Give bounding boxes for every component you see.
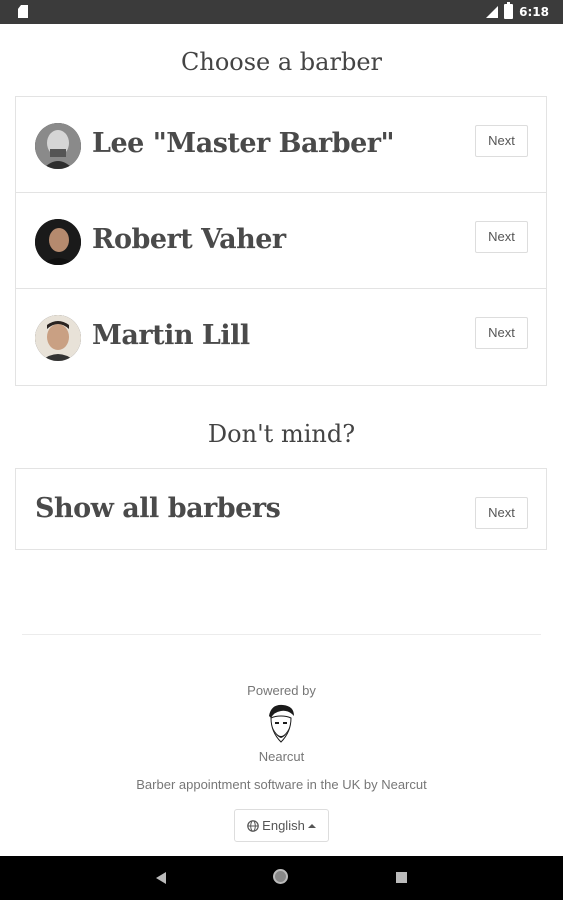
show-all-next-button[interactable]: Next	[475, 497, 528, 529]
barber-name: Lee "Master Barber"	[92, 128, 395, 159]
status-time: 6:18	[519, 4, 549, 19]
battery-icon	[504, 2, 514, 19]
powered-by-label: Powered by	[247, 683, 316, 698]
footer-divider	[22, 634, 541, 635]
home-icon[interactable]	[273, 869, 288, 884]
tagline-link[interactable]: Barber appointment software in the UK by…	[0, 777, 563, 792]
barber-row[interactable]: Robert Vaher Next	[16, 193, 546, 289]
sd-card-icon	[18, 5, 28, 18]
back-icon[interactable]	[156, 872, 166, 884]
show-all-card[interactable]: Show all barbers Next	[15, 468, 547, 550]
page-title: Choose a barber	[181, 48, 382, 76]
barber-row[interactable]: Lee "Master Barber" Next	[16, 97, 546, 193]
barber-name: Martin Lill	[92, 320, 250, 351]
barber-list: Lee "Master Barber" Next Robert Vaher Ne…	[15, 96, 547, 386]
caret-up-icon	[307, 823, 316, 828]
barber-name: Robert Vaher	[92, 224, 286, 255]
language-selector[interactable]: English	[234, 809, 329, 842]
avatar	[35, 219, 81, 265]
dont-mind-heading: Don't mind?	[207, 420, 356, 448]
show-all-label: Show all barbers	[35, 493, 281, 524]
signal-icon	[486, 5, 499, 18]
nearcut-logo-icon[interactable]	[261, 702, 301, 746]
avatar	[35, 315, 81, 361]
next-button[interactable]: Next	[475, 221, 528, 253]
avatar	[35, 123, 81, 169]
recent-apps-icon[interactable]	[396, 872, 407, 883]
brand-name[interactable]: Nearcut	[0, 749, 563, 764]
globe-icon	[247, 819, 259, 832]
language-label: English	[262, 818, 305, 833]
barber-row[interactable]: Martin Lill Next	[16, 289, 546, 385]
next-button[interactable]: Next	[475, 317, 528, 349]
navigation-bar	[0, 856, 563, 900]
next-button[interactable]: Next	[475, 125, 528, 157]
status-bar: 6:18	[0, 0, 563, 24]
